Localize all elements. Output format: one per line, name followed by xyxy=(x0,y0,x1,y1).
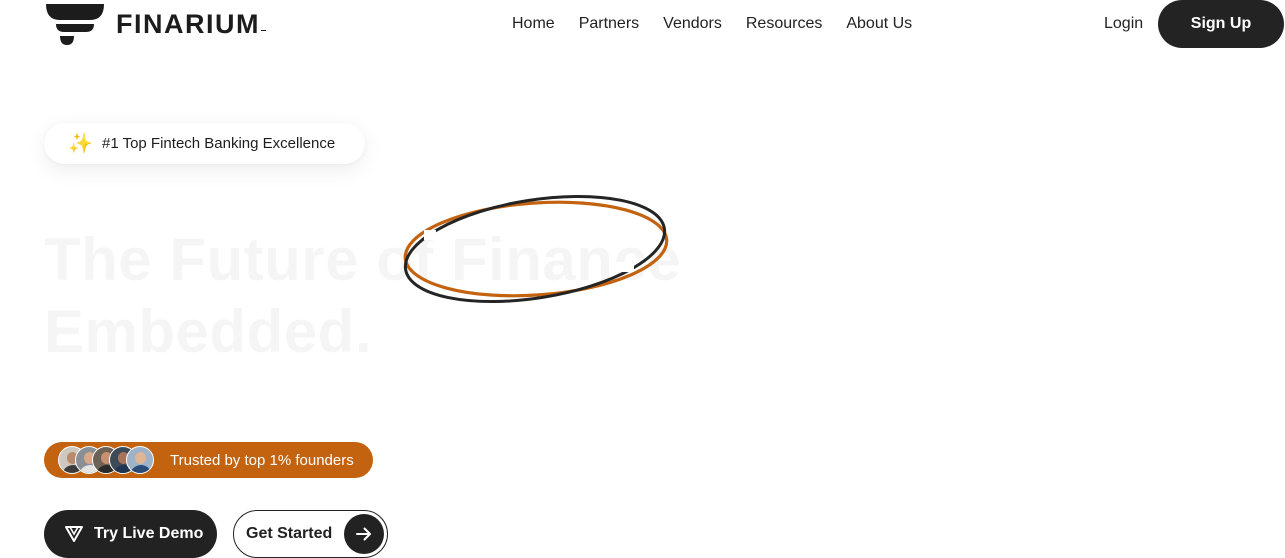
nav-item-resources[interactable]: Resources xyxy=(746,14,822,34)
trusted-text: Trusted by top 1% founders xyxy=(170,451,354,469)
nav-item-about-us[interactable]: About Us xyxy=(846,14,912,34)
nav-item-home[interactable]: Home xyxy=(512,14,555,34)
hero-badge: ✨ #1 Top Fintech Banking Excellence xyxy=(44,123,365,164)
main-nav: Home Partners Vendors Resources About Us xyxy=(512,14,912,34)
try-live-demo-label: Try Live Demo xyxy=(94,525,204,542)
arrow-right-icon xyxy=(344,514,384,554)
sparkles-icon: ✨ xyxy=(68,132,93,155)
finarium-logo-icon xyxy=(46,4,104,45)
nav-item-partners[interactable]: Partners xyxy=(579,14,639,34)
demo-logo-icon xyxy=(65,526,83,542)
nav-item-vendors[interactable]: Vendors xyxy=(663,14,722,34)
get-started-button[interactable]: Get Started xyxy=(233,510,388,558)
hero-title-line2: Embedded. xyxy=(44,298,372,365)
login-link[interactable]: Login xyxy=(1104,14,1143,34)
trusted-founders-pill: Trusted by top 1% founders xyxy=(44,442,373,478)
try-live-demo-button[interactable]: Try Live Demo xyxy=(44,510,217,558)
get-started-label: Get Started xyxy=(246,525,333,542)
signup-button[interactable]: Sign Up xyxy=(1158,0,1284,48)
brand-logo[interactable]: FINARIUM xyxy=(44,2,266,46)
founder-avatars xyxy=(58,446,154,474)
hero-badge-text: #1 Top Fintech Banking Excellence xyxy=(102,135,336,152)
brand-name: FINARIUM xyxy=(116,8,266,39)
avatar xyxy=(126,446,154,474)
landing-page: FINARIUM Home Partners Vendors Resources… xyxy=(0,0,1285,558)
scribble-circle-decoration xyxy=(403,194,669,304)
